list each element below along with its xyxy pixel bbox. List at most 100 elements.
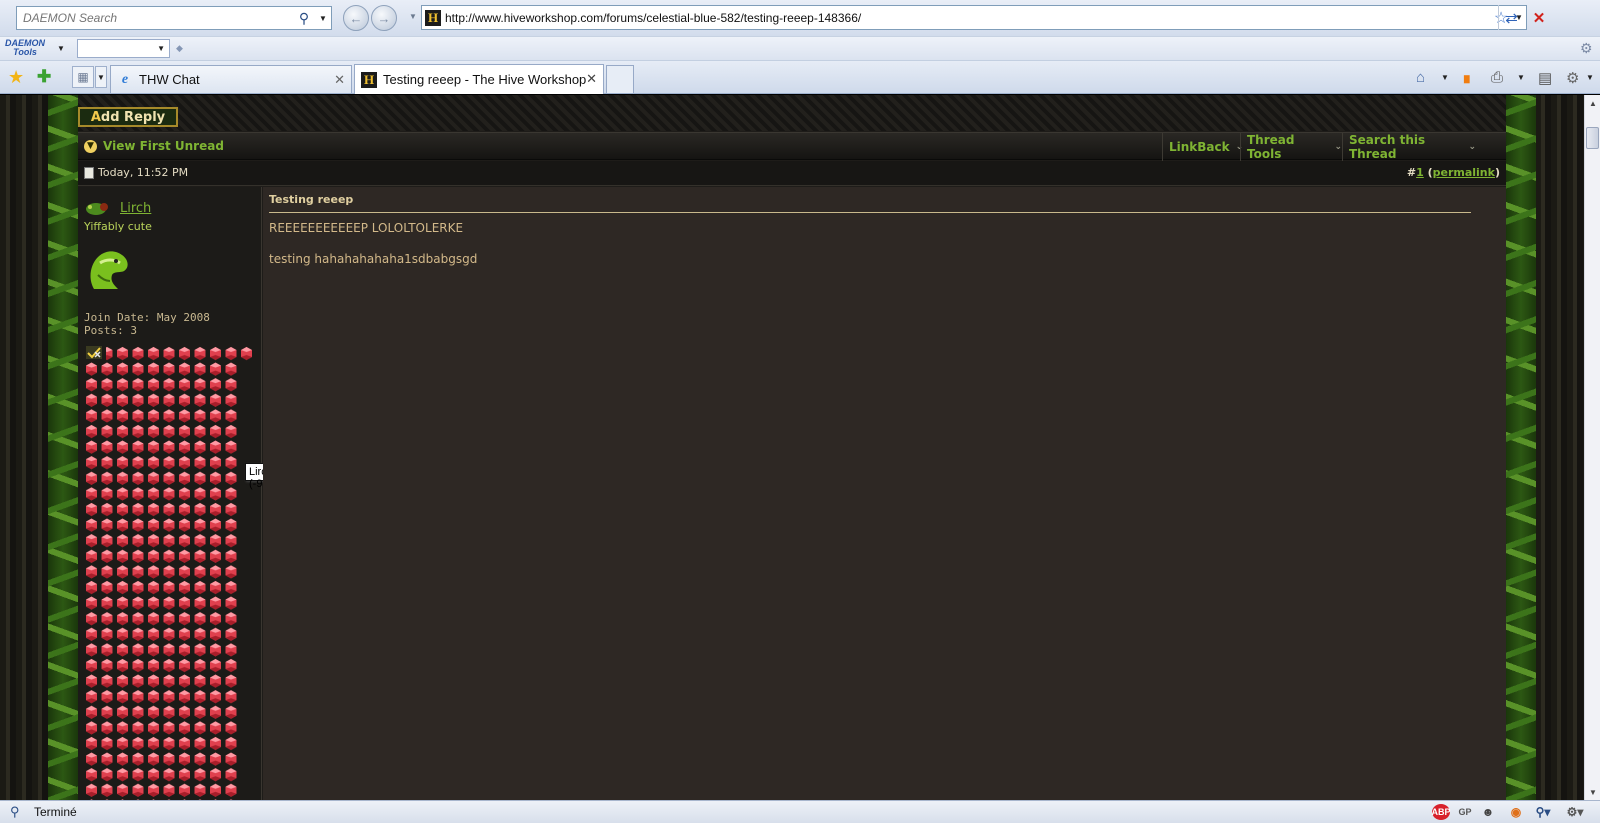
linkback-label: LinkBack [1169,140,1230,154]
web-page: Add Reply ▼ View First Unread LinkBack ⌄ … [0,95,1584,800]
search-icon[interactable]: ⚲ [293,7,315,29]
user-online-dragon-icon [86,203,108,215]
chevron-down-icon: ⌄ [1468,142,1476,152]
chevron-down-icon: ▼ [157,44,165,53]
forward-arrow-icon: → [377,10,391,26]
back-button[interactable]: ← [343,5,369,31]
thread-top-bar: Add Reply [78,95,1506,131]
reputation-gem-grid [84,362,240,800]
vine-border-left [48,95,78,800]
tab-thw-chat[interactable]: e THW Chat ✕ [110,65,352,93]
stop-button[interactable]: ✕ [1526,5,1552,30]
daemon-combo-box[interactable]: ▼ [77,39,170,58]
status-search-icon[interactable]: ⚲ [10,804,20,820]
scroll-down-arrow-icon[interactable]: ▼ [1585,784,1600,800]
scroll-up-arrow-icon[interactable]: ▲ [1585,95,1600,111]
tab-testing-reeep[interactable]: H Testing reeep - The Hive Workshop ✕ [354,64,604,94]
join-date: Join Date: May 2008 [84,311,210,324]
daemon-tools-logo[interactable]: DAEMON Tools [5,39,45,57]
permalink-link[interactable]: permalink [1433,166,1495,179]
firefox-addon-icon[interactable]: ◉ [1508,804,1524,820]
print-dropdown-icon[interactable]: ▼ [1517,73,1525,82]
reputation-gem-row-first [106,346,254,361]
chevron-down-icon: ⌄ [1334,142,1342,152]
url-input[interactable] [445,10,1490,25]
forward-button[interactable]: → [371,5,397,31]
daemon-search-box[interactable]: ⚲ ▼ [16,6,332,30]
stone-wall-right [1535,95,1584,800]
post-number: #1 (permalink) [1406,166,1500,179]
home-icon[interactable]: ⌂ [1416,69,1425,86]
refresh-button[interactable]: ⇄ [1498,5,1524,30]
tools-gear-icon[interactable]: ⚙▾ [1560,804,1590,820]
home-dropdown-icon[interactable]: ▼ [1441,73,1449,82]
post-date-text: Today, 11:52 PM [98,166,189,179]
search-dropdown-icon[interactable]: ▼ [315,7,331,29]
back-arrow-icon: ← [349,10,363,26]
address-bar[interactable]: H ☆ ▼ [421,5,1527,30]
thread-tools-menu[interactable]: Thread Tools ⌄ [1240,133,1342,161]
quick-tabs-button[interactable]: ▦ [72,66,94,88]
hive-favicon-icon: H [425,9,441,26]
thread-tools-label: Thread Tools [1247,133,1295,161]
post-date: Today, 11:52 PM [84,166,188,179]
tab-title: Testing reeep - The Hive Workshop [383,72,587,87]
username-link[interactable]: Lirch [120,201,151,216]
close-icon: ✕ [1532,9,1546,27]
daemon-search-input[interactable] [17,8,293,28]
first-unread-icon: ▼ [84,139,97,153]
rss-feed-icon[interactable]: ∎ [1462,69,1472,87]
post-count: Posts: 3 [84,324,137,337]
tab-list-dropdown-icon[interactable]: ▼ [95,66,107,88]
post-message-line-1: REEEEEEEEEEEP LOLOLTOLERKE [269,221,464,235]
vine-border-right [1506,95,1536,800]
post-header-bar: Today, 11:52 PM #1 (permalink) [78,161,1506,186]
post-message-line-2: testing hahahahahaha1sdbabgsgd [269,252,478,266]
monkey-addon-icon[interactable]: ☻ [1480,804,1496,820]
daemon-toolbar: DAEMON Tools ▼ ▼ ◆ ⚙ [0,36,1600,60]
add-reply-accesskey: A [90,109,101,125]
close-tab-icon[interactable]: ✕ [586,71,597,87]
toolbar-grip-icon[interactable]: ◆ [176,43,183,54]
search-thread-menu[interactable]: Search this Thread ⌄ [1342,133,1476,161]
post-body: Testing reeep REEEEEEEEEEEP LOLOLTOLERKE… [263,187,1506,800]
zoom-icon[interactable]: ⚲▾ [1532,804,1554,820]
status-bar: ⚲ Terminé ABP GP ☻ ◉ ⚲▾ ⚙▾ [0,800,1600,823]
vertical-scrollbar[interactable]: ▲ ▼ [1584,95,1600,800]
ie-page-icon: e [121,71,129,87]
page-menu-icon[interactable]: ▤ [1538,69,1552,87]
user-avatar[interactable] [84,245,134,293]
tab-title: THW Chat [139,72,200,87]
forum-content: Add Reply ▼ View First Unread LinkBack ⌄ … [78,95,1506,800]
print-icon[interactable]: ⎙ [1491,69,1503,86]
daemon-settings-gear-icon[interactable]: ⚙ [1580,40,1593,57]
linkback-menu[interactable]: LinkBack ⌄ [1162,133,1243,161]
gp-addon-icon[interactable]: GP [1456,804,1474,820]
user-name-row: Lirch [84,199,151,217]
tab-bar: ★ ✚ ▦ ▼ e THW Chat ✕ H Testing reeep - T… [0,60,1600,94]
new-tab-button[interactable] [606,65,634,93]
scroll-thumb[interactable] [1586,127,1599,149]
reputation-gems [84,346,254,800]
favorites-center-star-icon[interactable]: ★ [8,67,24,88]
view-first-unread-link[interactable]: ▼ View First Unread [84,139,224,153]
view-first-unread-label: View First Unread [103,139,224,153]
post-status-icon [84,166,94,179]
tools-dropdown-icon[interactable]: ▼ [1586,73,1594,82]
close-tab-icon[interactable]: ✕ [334,72,345,88]
daemon-logo-bottom: Tools [13,47,37,57]
tools-gear-icon[interactable]: ⚙ [1566,69,1579,87]
adblock-plus-icon[interactable]: ABP [1432,804,1451,820]
hive-favicon-icon: H [361,71,377,88]
search-thread-label: Search this Thread [1349,133,1426,161]
history-dropdown-icon[interactable]: ▼ [409,12,417,21]
post-title: Testing reeep [269,193,1471,213]
thread-controls-bar: ▼ View First Unread LinkBack ⌄ Thread Too… [78,132,1506,161]
browser-toolbar: ⚲ ▼ ← → ▼ H ☆ ▼ ⇄ ✕ [0,0,1600,36]
post-number-prefix: # [1406,166,1417,179]
post-number-link[interactable]: 1 [1416,166,1424,179]
refresh-icon: ⇄ [1505,9,1518,27]
add-favorite-icon[interactable]: ✚ [37,67,51,87]
add-reply-button[interactable]: Add Reply [78,107,178,127]
daemon-menu-dropdown-icon[interactable]: ▼ [57,44,65,53]
